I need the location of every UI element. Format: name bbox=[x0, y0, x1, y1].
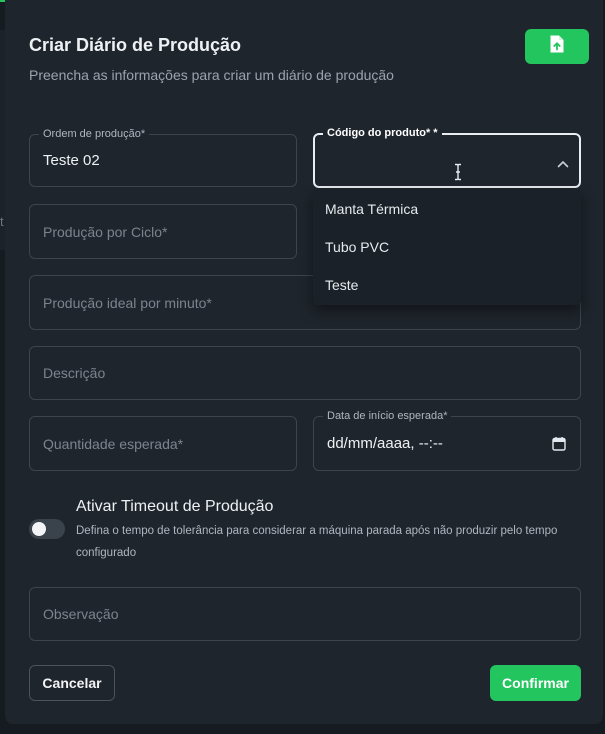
expected-quantity-field[interactable]: Quantidade esperada* bbox=[29, 416, 297, 471]
cancel-button[interactable]: Cancelar bbox=[29, 665, 115, 701]
chevron-up-icon[interactable] bbox=[557, 155, 569, 173]
product-code-select[interactable]: Código do produto* * bbox=[313, 126, 581, 188]
upload-file-button[interactable] bbox=[525, 29, 589, 64]
production-order-field[interactable]: Ordem de produção* Teste 02 bbox=[29, 127, 297, 187]
expected-start-date-value: dd/mm/aaaa, --:-- bbox=[327, 435, 443, 452]
timeout-description: Defina o tempo de tolerância para consid… bbox=[76, 525, 558, 559]
background-glyph: t bbox=[0, 214, 4, 229]
production-per-cycle-placeholder: Produção por Ciclo* bbox=[43, 223, 168, 240]
description-placeholder: Descrição bbox=[43, 365, 106, 381]
ideal-production-placeholder: Produção ideal por minuto* bbox=[43, 294, 212, 311]
expected-quantity-placeholder: Quantidade esperada* bbox=[43, 435, 184, 452]
timeout-title: Ativar Timeout de Produção bbox=[76, 498, 274, 515]
production-order-value: Teste 02 bbox=[43, 152, 100, 169]
product-option[interactable]: Manta Térmica bbox=[325, 201, 418, 217]
file-upload-icon bbox=[549, 34, 565, 59]
text-cursor-icon bbox=[453, 163, 463, 186]
dialog-subtitle: Preencha as informações para criar um di… bbox=[29, 67, 394, 83]
product-option[interactable]: Teste bbox=[325, 277, 358, 293]
timeout-toggle[interactable] bbox=[29, 519, 65, 539]
observation-placeholder: Observação bbox=[43, 606, 119, 622]
toggle-knob bbox=[32, 522, 46, 536]
production-per-cycle-field[interactable]: Produção por Ciclo* bbox=[29, 204, 297, 259]
dialog-title: Criar Diário de Produção bbox=[29, 35, 242, 55]
product-code-options-menu: Manta Térmica Tubo PVC Teste bbox=[313, 189, 581, 305]
observation-field[interactable]: Observação bbox=[29, 587, 581, 641]
calendar-icon[interactable] bbox=[552, 436, 566, 456]
description-field[interactable]: Descrição bbox=[29, 346, 581, 400]
confirm-button[interactable]: Confirmar bbox=[490, 665, 581, 701]
expected-start-date-field[interactable]: Data de início esperada* dd/mm/aaaa, --:… bbox=[313, 409, 581, 471]
product-option[interactable]: Tubo PVC bbox=[325, 239, 389, 255]
product-code-label: Código do produto* * bbox=[323, 126, 442, 140]
